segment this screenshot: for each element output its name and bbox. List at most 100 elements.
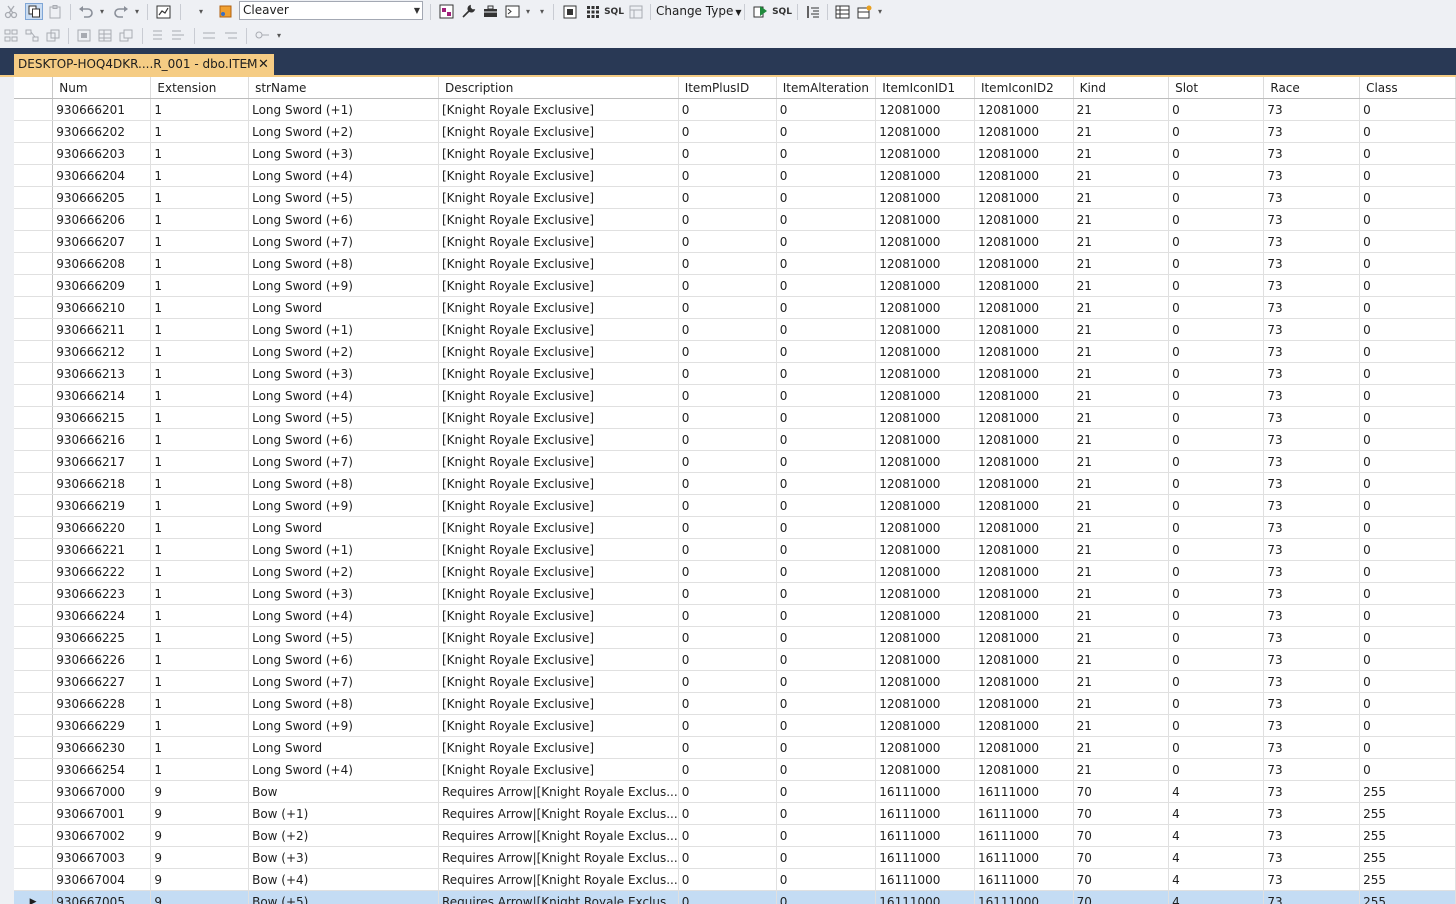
cell-itemiconid2[interactable]: 12081000 [974, 736, 1074, 759]
cell-itemalteration[interactable]: 0 [776, 538, 877, 561]
cell-class[interactable]: 0 [1359, 142, 1456, 165]
cell-itemiconid2[interactable]: 12081000 [974, 98, 1074, 121]
table-row[interactable]: 930666207 1 Long Sword (+7) [Knight Royale … [14, 230, 1456, 253]
cell-slot[interactable]: 0 [1168, 208, 1265, 231]
cell-class[interactable]: 255 [1359, 802, 1456, 825]
cell-itemiconid1[interactable]: 12081000 [875, 340, 975, 363]
cell-itemalteration[interactable]: 0 [776, 692, 877, 715]
cell-race[interactable]: 73 [1263, 736, 1361, 759]
cell-itemalteration[interactable]: 0 [776, 714, 877, 737]
cell-itemalteration[interactable]: 0 [776, 362, 877, 385]
cell-description[interactable]: [Knight Royale Exclusive] [438, 296, 679, 319]
table-row[interactable]: 930666223 1 Long Sword (+3) [Knight Royale … [14, 582, 1456, 605]
cell-itemiconid2[interactable]: 12081000 [974, 164, 1074, 187]
cell-kind[interactable]: 21 [1073, 560, 1170, 583]
cell-kind[interactable]: 21 [1073, 450, 1170, 473]
cell-itemplusid[interactable]: 0 [678, 164, 777, 187]
column-header-itemplusid[interactable]: ItemPlusID [678, 77, 777, 99]
cell-itemalteration[interactable]: 0 [776, 560, 877, 583]
cell-race[interactable]: 73 [1263, 802, 1361, 825]
cell-itemiconid1[interactable]: 12081000 [875, 428, 975, 451]
cell-itemplusid[interactable]: 0 [678, 890, 777, 904]
cell-kind[interactable]: 21 [1073, 164, 1170, 187]
cell-class[interactable]: 0 [1359, 406, 1456, 429]
cell-description[interactable]: [Knight Royale Exclusive] [438, 472, 679, 495]
cell-itemplusid[interactable]: 0 [678, 274, 777, 297]
cell-itemalteration[interactable]: 0 [776, 428, 877, 451]
cell-num[interactable]: 930667003 [52, 846, 152, 869]
cell-extension[interactable]: 1 [150, 692, 250, 715]
cell-strname[interactable]: Bow (+5) [248, 890, 439, 904]
row-header[interactable] [14, 472, 54, 495]
cell-itemiconid2[interactable]: 16111000 [974, 868, 1074, 891]
cell-itemplusid[interactable]: 0 [678, 472, 777, 495]
cell-itemiconid1[interactable]: 16111000 [875, 824, 975, 847]
table-row[interactable]: ▶ 930667005 9 Bow (+5) Requires Arrow|[Knigh… [14, 890, 1456, 904]
cell-itemplusid[interactable]: 0 [678, 824, 777, 847]
cell-itemiconid1[interactable]: 12081000 [875, 648, 975, 671]
cell-itemplusid[interactable]: 0 [678, 384, 777, 407]
cell-class[interactable]: 0 [1359, 428, 1456, 451]
row-header[interactable] [14, 846, 54, 869]
cell-itemiconid1[interactable]: 12081000 [875, 318, 975, 341]
cell-extension[interactable]: 1 [150, 252, 250, 275]
cell-race[interactable]: 73 [1263, 428, 1361, 451]
row-header[interactable] [14, 582, 54, 605]
row-header[interactable] [14, 208, 54, 231]
cell-class[interactable]: 0 [1359, 230, 1456, 253]
cell-num[interactable]: 930667005 [52, 890, 152, 904]
cell-description[interactable]: [Knight Royale Exclusive] [438, 142, 679, 165]
cell-itemiconid1[interactable]: 12081000 [875, 714, 975, 737]
cell-class[interactable]: 0 [1359, 736, 1456, 759]
cell-itemiconid2[interactable]: 12081000 [974, 714, 1074, 737]
table-row[interactable]: 930666229 1 Long Sword (+9) [Knight Royale … [14, 714, 1456, 737]
cell-class[interactable]: 0 [1359, 186, 1456, 209]
cell-num[interactable]: 930666228 [52, 692, 152, 715]
cell-itemiconid2[interactable]: 12081000 [974, 428, 1074, 451]
cell-class[interactable]: 0 [1359, 494, 1456, 517]
cell-itemalteration[interactable]: 0 [776, 406, 877, 429]
row-header[interactable] [14, 252, 54, 275]
cell-slot[interactable]: 4 [1168, 824, 1265, 847]
cell-itemiconid1[interactable]: 12081000 [875, 450, 975, 473]
cell-itemiconid1[interactable]: 12081000 [875, 516, 975, 539]
cell-race[interactable]: 73 [1263, 692, 1361, 715]
table-row[interactable]: 930666217 1 Long Sword (+7) [Knight Royale … [14, 450, 1456, 473]
cell-itemiconid1[interactable]: 12081000 [875, 274, 975, 297]
column-header-description[interactable]: Description [438, 77, 679, 99]
cell-itemiconid2[interactable]: 12081000 [974, 318, 1074, 341]
cell-itemiconid2[interactable]: 12081000 [974, 516, 1074, 539]
criteria-pane-icon[interactable] [561, 3, 579, 20]
cell-slot[interactable]: 0 [1168, 560, 1265, 583]
cell-itemiconid2[interactable]: 12081000 [974, 120, 1074, 143]
cell-slot[interactable]: 0 [1168, 318, 1265, 341]
cell-extension[interactable]: 1 [150, 142, 250, 165]
results-grid[interactable]: Num Extension strName Description ItemPlusID… [14, 77, 1456, 904]
cell-num[interactable]: 930666201 [52, 98, 152, 121]
cell-extension[interactable]: 1 [150, 714, 250, 737]
cell-kind[interactable]: 21 [1073, 692, 1170, 715]
cell-extension[interactable]: 1 [150, 384, 250, 407]
cell-num[interactable]: 930666216 [52, 428, 152, 451]
cell-itemiconid1[interactable]: 12081000 [875, 758, 975, 781]
table-row[interactable]: 930666213 1 Long Sword (+3) [Knight Royale … [14, 362, 1456, 385]
cell-itemplusid[interactable]: 0 [678, 648, 777, 671]
cell-itemplusid[interactable]: 0 [678, 494, 777, 517]
cell-extension[interactable]: 1 [150, 208, 250, 231]
cell-strname[interactable]: Long Sword (+1) [248, 318, 439, 341]
key-icon[interactable] [223, 27, 239, 44]
cell-class[interactable]: 255 [1359, 846, 1456, 869]
cell-extension[interactable]: 1 [150, 98, 250, 121]
cell-race[interactable]: 73 [1263, 890, 1361, 904]
cell-slot[interactable]: 0 [1168, 98, 1265, 121]
cell-description[interactable]: [Knight Royale Exclusive] [438, 538, 679, 561]
cell-num[interactable]: 930666229 [52, 714, 152, 737]
cell-slot[interactable]: 0 [1168, 340, 1265, 363]
row-header[interactable] [14, 406, 54, 429]
row-header[interactable] [14, 692, 54, 715]
close-icon[interactable]: ✕ [258, 54, 269, 75]
cell-description[interactable]: [Knight Royale Exclusive] [438, 186, 679, 209]
cell-strname[interactable]: Long Sword (+9) [248, 714, 439, 737]
cell-kind[interactable]: 21 [1073, 98, 1170, 121]
cell-itemiconid2[interactable]: 12081000 [974, 560, 1074, 583]
